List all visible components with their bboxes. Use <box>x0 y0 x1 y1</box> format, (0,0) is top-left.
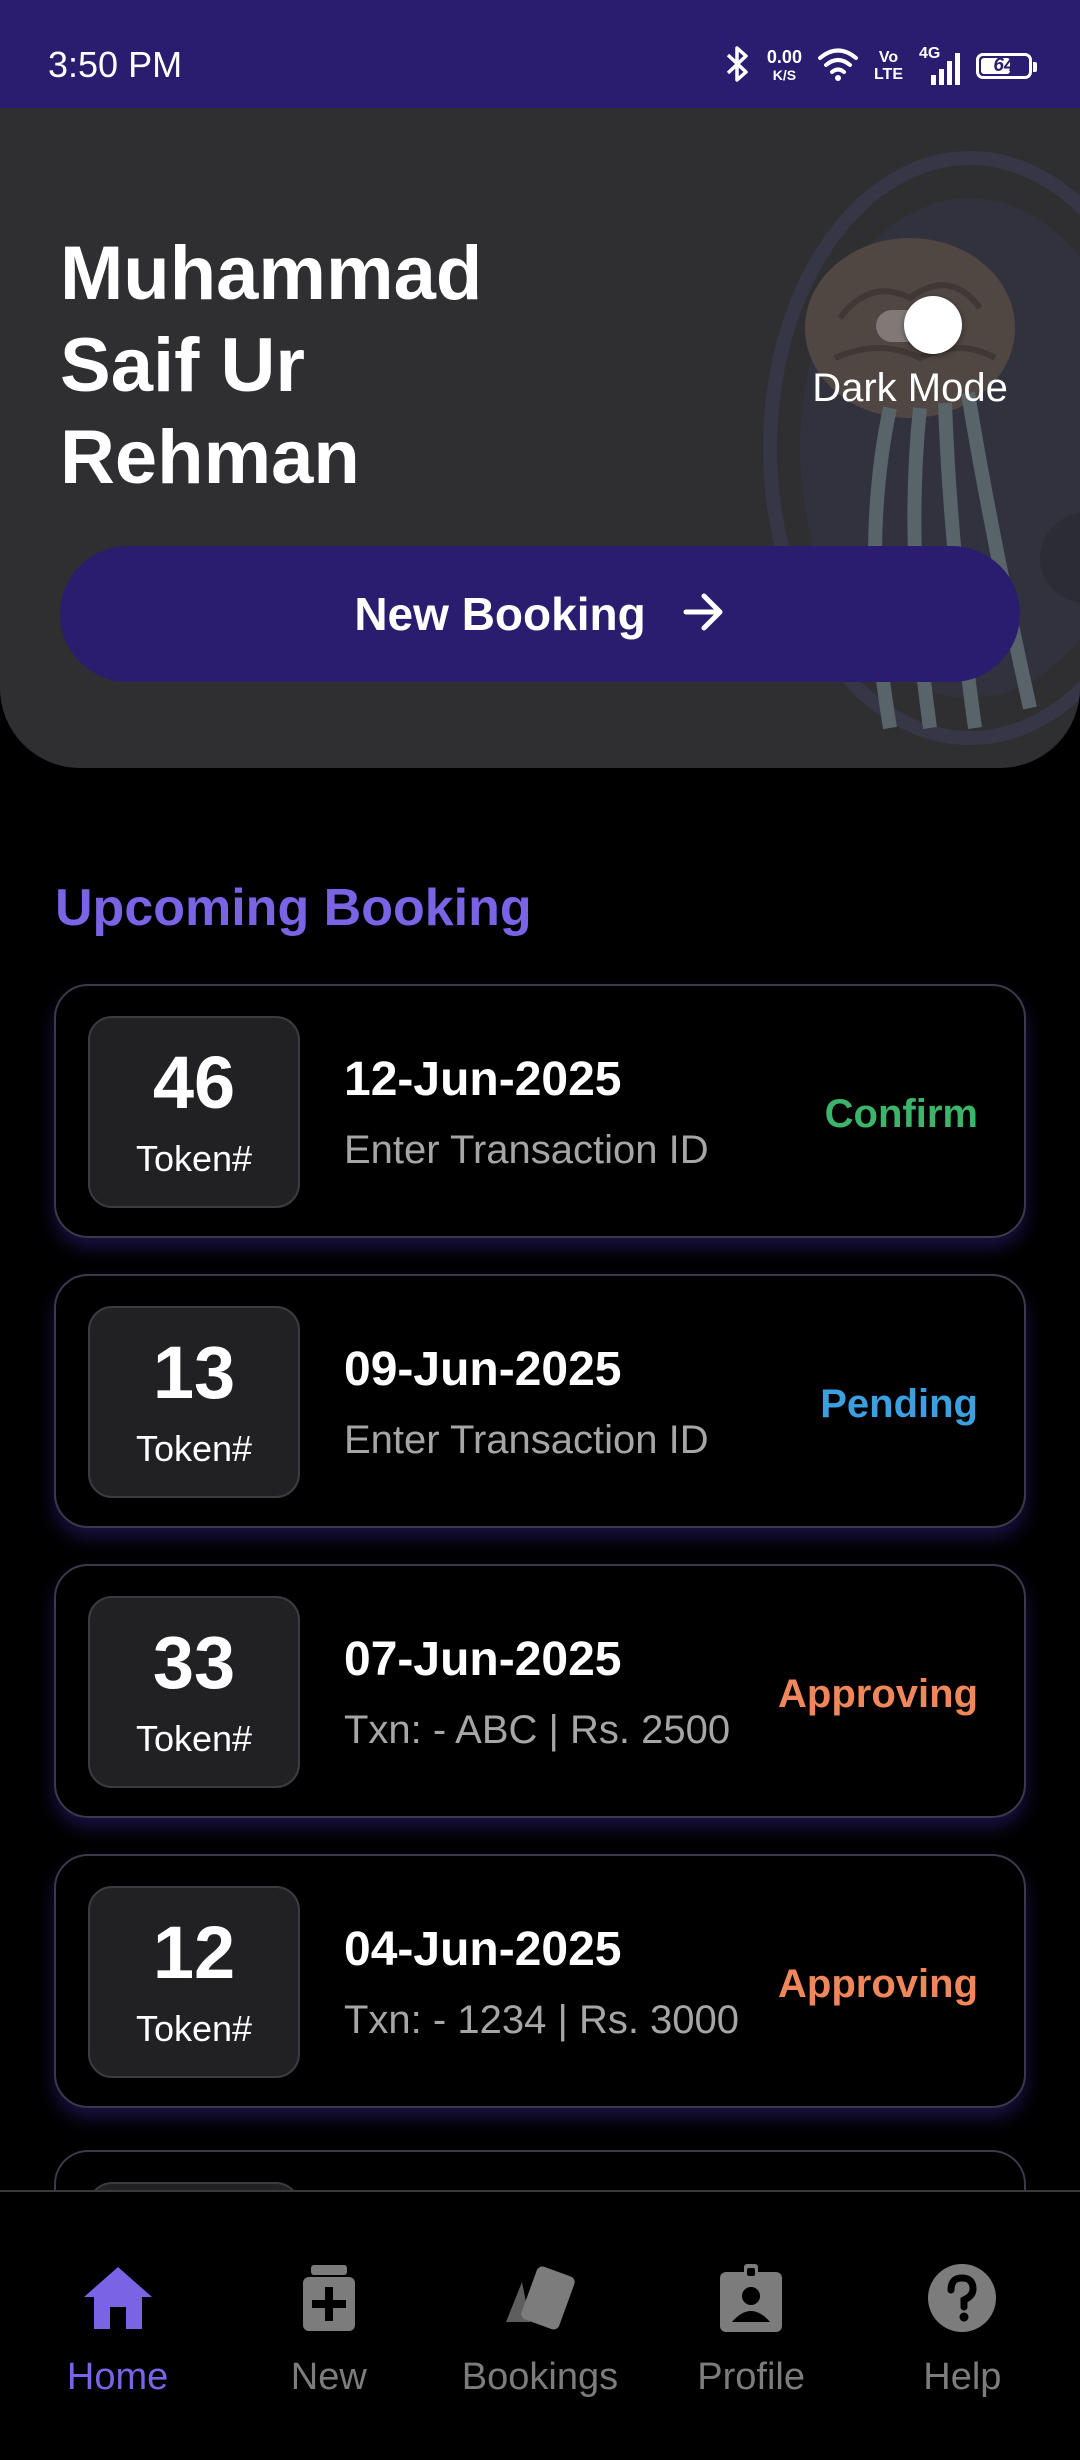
nav-item-bookings[interactable]: Bookings <box>440 2192 640 2460</box>
help-icon <box>922 2258 1002 2338</box>
section-title: Upcoming Booking <box>55 879 532 937</box>
token-box: 13 Token# <box>88 1306 300 1498</box>
status-icons: 0.00 K/S Vo LTE 4G 64 <box>725 36 1037 96</box>
booking-card[interactable]: 12 Token# 04-Jun-2025 Txn: - 1234 | Rs. … <box>54 1854 1026 2108</box>
arrow-right-icon <box>682 592 726 637</box>
new-booking-label: New Booking <box>354 588 646 640</box>
nav-item-profile[interactable]: Profile <box>651 2192 851 2460</box>
token-number: 33 <box>152 1621 236 1704</box>
nav-label: Help <box>923 2356 1002 2398</box>
battery-icon: 64 <box>976 53 1037 79</box>
wifi-icon <box>817 47 858 86</box>
network-speed: 0.00 K/S <box>767 48 802 84</box>
volte-top: Vo <box>878 49 899 66</box>
dark-mode-label: Dark Mode <box>812 366 1008 410</box>
toggle-knob <box>904 296 962 354</box>
battery-level: 64 <box>993 55 1015 76</box>
network-type: 4G <box>919 45 941 62</box>
token-box: 12 Token# <box>88 1886 300 2078</box>
token-label: Token# <box>135 1138 253 1179</box>
signal-icon: 4G <box>919 45 960 85</box>
bottom-navigation: Home New Bookings Profile Help <box>0 2190 1080 2460</box>
transaction-info[interactable]: Txn: - 1234 | Rs. 3000 <box>344 1998 739 2043</box>
nav-item-help[interactable]: Help <box>862 2192 1062 2460</box>
nav-item-home[interactable]: Home <box>18 2192 218 2460</box>
transaction-info[interactable]: Enter Transaction ID <box>344 1128 709 1173</box>
nav-label: Home <box>66 2356 169 2398</box>
transaction-info[interactable]: Enter Transaction ID <box>344 1418 709 1463</box>
transaction-info[interactable]: Txn: - ABC | Rs. 2500 <box>344 1708 730 1753</box>
dark-mode-toggle[interactable] <box>860 296 962 354</box>
nav-label: Profile <box>697 2356 806 2398</box>
dark-mode-control: Dark Mode <box>800 296 1020 411</box>
volte-bottom: LTE <box>873 66 903 83</box>
nav-label: New <box>290 2356 367 2398</box>
token-label: Token# <box>135 2008 253 2049</box>
new-booking-button[interactable]: New Booking <box>60 546 1020 682</box>
status-badge: Pending <box>820 1382 978 1426</box>
home-icon <box>78 2258 158 2338</box>
token-number: 46 <box>152 1041 236 1124</box>
status-badge: Approving <box>778 1672 978 1716</box>
booking-list: 46 Token# 12-Jun-2025 Enter Transaction … <box>54 984 1026 2144</box>
network-speed-unit: K/S <box>772 67 797 83</box>
medicine-add-icon <box>289 2258 369 2338</box>
nav-label: Bookings <box>461 2356 619 2398</box>
network-speed-value: 0.00 <box>766 47 802 67</box>
user-name: Muhammad Saif Ur Rehman <box>60 231 483 500</box>
booking-date: 12-Jun-2025 <box>344 1053 622 1106</box>
token-label: Token# <box>135 1718 253 1759</box>
badge-icon <box>711 2258 791 2338</box>
booking-date: 07-Jun-2025 <box>344 1633 622 1686</box>
cards-icon <box>500 2258 580 2338</box>
booking-card[interactable]: 33 Token# 07-Jun-2025 Txn: - ABC | Rs. 2… <box>54 1564 1026 1818</box>
token-box: 46 Token# <box>88 1016 300 1208</box>
booking-date: 04-Jun-2025 <box>344 1923 622 1976</box>
profile-header: Muhammad Saif Ur Rehman Dark Mode New Bo… <box>0 108 1080 768</box>
booking-card[interactable]: 13 Token# 09-Jun-2025 Enter Transaction … <box>54 1274 1026 1528</box>
token-number: 12 <box>152 1911 236 1994</box>
token-box: 33 Token# <box>88 1596 300 1788</box>
booking-card[interactable]: 46 Token# 12-Jun-2025 Enter Transaction … <box>54 984 1026 1238</box>
volte-indicator: Vo LTE <box>874 49 903 83</box>
status-time: 3:50 PM <box>48 44 183 85</box>
token-label: Token# <box>135 1428 253 1469</box>
status-badge: Confirm <box>824 1092 978 1136</box>
nav-item-new[interactable]: New <box>229 2192 429 2460</box>
status-bar: 3:50 PM 0.00 K/S Vo LTE 4G 64 <box>0 0 1080 108</box>
status-badge: Approving <box>778 1962 978 2006</box>
bluetooth-icon <box>725 45 751 88</box>
token-number: 13 <box>152 1331 236 1414</box>
booking-date: 09-Jun-2025 <box>344 1343 622 1396</box>
